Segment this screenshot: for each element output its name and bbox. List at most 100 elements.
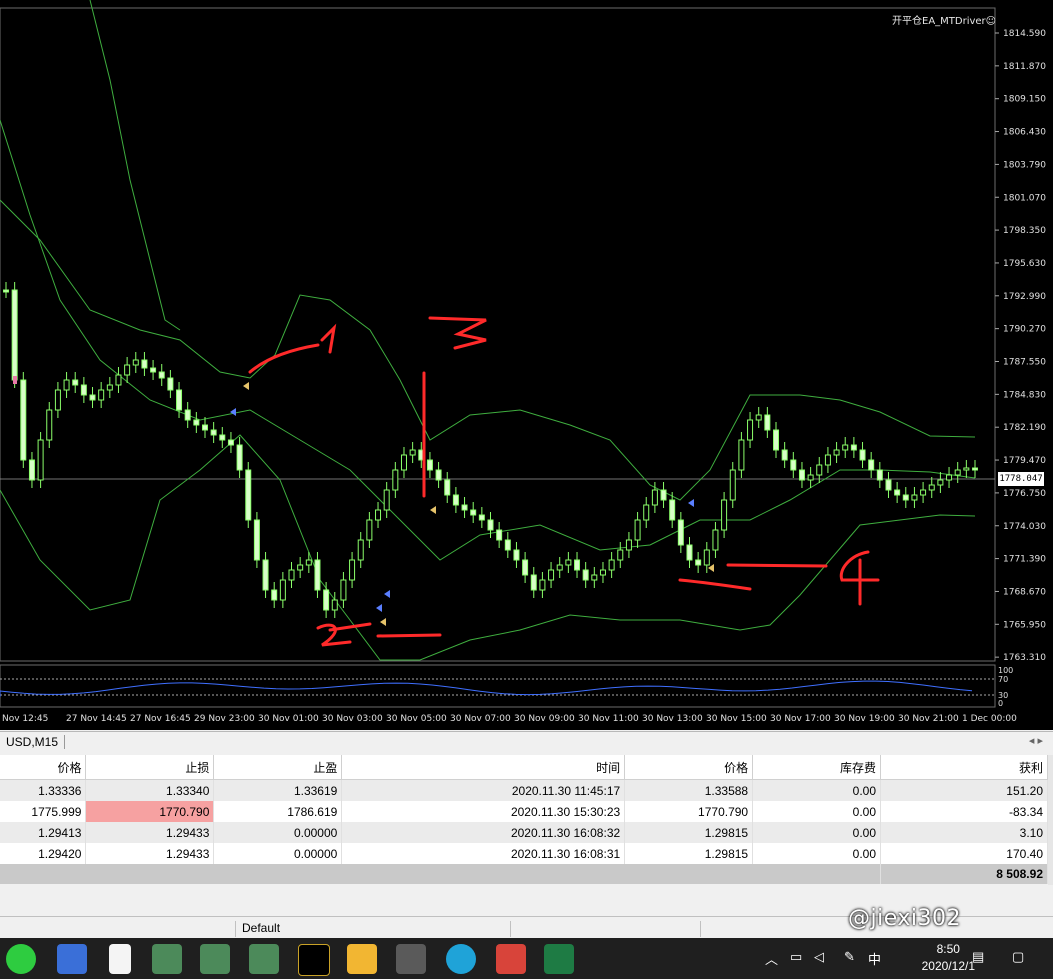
- price-tick-label: 1814.590: [1003, 29, 1046, 39]
- candle-body: [20, 379, 27, 461]
- candle-body: [599, 569, 606, 576]
- annotation-label: 1: [326, 351, 327, 353]
- candle-body: [63, 379, 70, 391]
- order-row[interactable]: 1.29420 1.29433 0.00000 2020.11.30 16:08…: [0, 843, 1048, 864]
- candle-body: [522, 559, 529, 576]
- annotation-label: 3: [470, 347, 471, 349]
- candle-body: [842, 444, 849, 451]
- candle-body: [651, 489, 658, 506]
- terminal-2-icon[interactable]: [200, 944, 230, 974]
- candle-body: [790, 459, 797, 471]
- wechat-icon[interactable]: [6, 944, 36, 974]
- order-current-price: 1770.790: [624, 801, 754, 822]
- price-tick-label: 1806.430: [1003, 128, 1046, 138]
- orders-table: 价格 止损 止盈 时间 价格 库存费 获利 1.33336 1.33340 1.…: [0, 755, 1048, 884]
- order-time: 2020.11.30 16:08:31: [341, 843, 626, 864]
- candle-body: [46, 409, 53, 441]
- col-profit[interactable]: 获利: [880, 755, 1048, 780]
- order-current-price: 1.33588: [624, 779, 754, 801]
- balance-row: 8 508.92: [0, 864, 1048, 884]
- calculator-icon[interactable]: [396, 944, 426, 974]
- candle-body: [876, 469, 883, 481]
- price-tick-label: 1798.350: [1003, 226, 1046, 236]
- col-price[interactable]: 价格: [0, 755, 87, 780]
- order-row[interactable]: 1.29413 1.29433 0.00000 2020.11.30 16:08…: [0, 822, 1048, 843]
- order-take-profit: 0.00000: [213, 843, 343, 864]
- candle-body: [625, 539, 632, 551]
- candle-body: [643, 504, 650, 521]
- clock-time: 8:50: [936, 942, 960, 956]
- trade-marker-icon: [380, 618, 386, 626]
- candle-body: [297, 564, 304, 571]
- price-tick-label: 1774.030: [1003, 522, 1046, 532]
- terminal-3-icon[interactable]: [249, 944, 279, 974]
- col-take-profit[interactable]: 止盈: [213, 755, 343, 780]
- file-icon[interactable]: [109, 944, 131, 974]
- col-swap[interactable]: 库存费: [752, 755, 882, 780]
- candle-body: [426, 459, 433, 471]
- candle-body: [210, 429, 217, 436]
- time-tick-label: 30 Nov 01:00: [258, 714, 319, 724]
- time-tick-label: 30 Nov 21:00: [898, 714, 959, 724]
- network-icon[interactable]: ▭: [790, 949, 802, 965]
- order-row[interactable]: 1.33336 1.33340 1.33619 2020.11.30 11:45…: [0, 779, 1048, 801]
- order-price: 1.29413: [0, 822, 87, 843]
- candle-body: [236, 444, 243, 471]
- candle-body: [366, 519, 373, 541]
- candle-body: [920, 489, 927, 496]
- folder-icon[interactable]: [347, 944, 377, 974]
- candle-body: [201, 424, 208, 431]
- annotation-stroke: [678, 563, 828, 591]
- order-stop-loss: 1770.790: [85, 801, 215, 822]
- candle-body: [375, 509, 382, 521]
- order-row[interactable]: 1775.999 1770.790 1786.619 2020.11.30 15…: [0, 801, 1048, 822]
- ime-indicator[interactable]: 中: [868, 949, 881, 968]
- candle-body: [176, 389, 183, 411]
- order-profit: -83.34: [880, 801, 1048, 822]
- candle-body: [937, 479, 944, 486]
- chart-symbol-tab[interactable]: USD,M15: [0, 735, 66, 749]
- candle-body: [262, 559, 269, 591]
- excel-icon[interactable]: [544, 944, 574, 974]
- col-current-price[interactable]: 价格: [624, 755, 754, 780]
- order-stop-loss: 1.29433: [85, 843, 215, 864]
- candle-body: [400, 454, 407, 471]
- col-time[interactable]: 时间: [341, 755, 626, 780]
- candle-body: [158, 371, 165, 379]
- edge-icon[interactable]: [446, 944, 476, 974]
- monitor-icon[interactable]: [57, 944, 87, 974]
- order-profit: 170.40: [880, 843, 1048, 864]
- candle-body: [357, 539, 364, 561]
- orders-scrollbar[interactable]: [1048, 755, 1053, 885]
- pen-icon[interactable]: ✎: [844, 949, 855, 965]
- candle-body: [167, 377, 174, 391]
- media-icon[interactable]: [496, 944, 526, 974]
- time-tick-label: 30 Nov 11:00: [578, 714, 639, 724]
- broker-icon[interactable]: [298, 944, 330, 976]
- indicator-frame: [0, 664, 996, 708]
- notes-icon[interactable]: ▤: [972, 949, 984, 965]
- expert-advisor-label: 开平仓EA_MTDriver☺: [892, 16, 997, 27]
- candle-body: [703, 549, 710, 566]
- candle-body: [677, 519, 684, 546]
- notification-icon[interactable]: ▢: [1012, 949, 1024, 965]
- price-tick-label: 1801.070: [1003, 193, 1046, 203]
- terminal-1-icon[interactable]: [152, 944, 182, 974]
- candle-body: [314, 559, 321, 591]
- price-chart[interactable]: 1814.590 1811.870 1809.150 1806.430 1803.790…: [0, 0, 1053, 730]
- price-tick-label: 1809.150: [1003, 95, 1046, 105]
- order-profit: 3.10: [880, 822, 1048, 843]
- volume-icon[interactable]: ◁: [814, 949, 824, 965]
- tray-chevron-icon[interactable]: ︿: [765, 949, 778, 968]
- time-tick-label: Nov 12:45: [2, 714, 48, 724]
- candle-body: [496, 529, 503, 541]
- tab-scroll-arrows[interactable]: ◂ ▸: [1029, 734, 1043, 747]
- candle-body: [859, 449, 866, 461]
- col-stop-loss[interactable]: 止损: [85, 755, 215, 780]
- bollinger-lower-band: [0, 434, 976, 661]
- watermark: @jiexi302: [848, 906, 961, 931]
- system-clock[interactable]: 8:50 2020/12/1: [922, 941, 975, 975]
- candle-body: [548, 569, 555, 581]
- candle-body: [816, 464, 823, 476]
- price-tick-label: 1803.790: [1003, 160, 1046, 170]
